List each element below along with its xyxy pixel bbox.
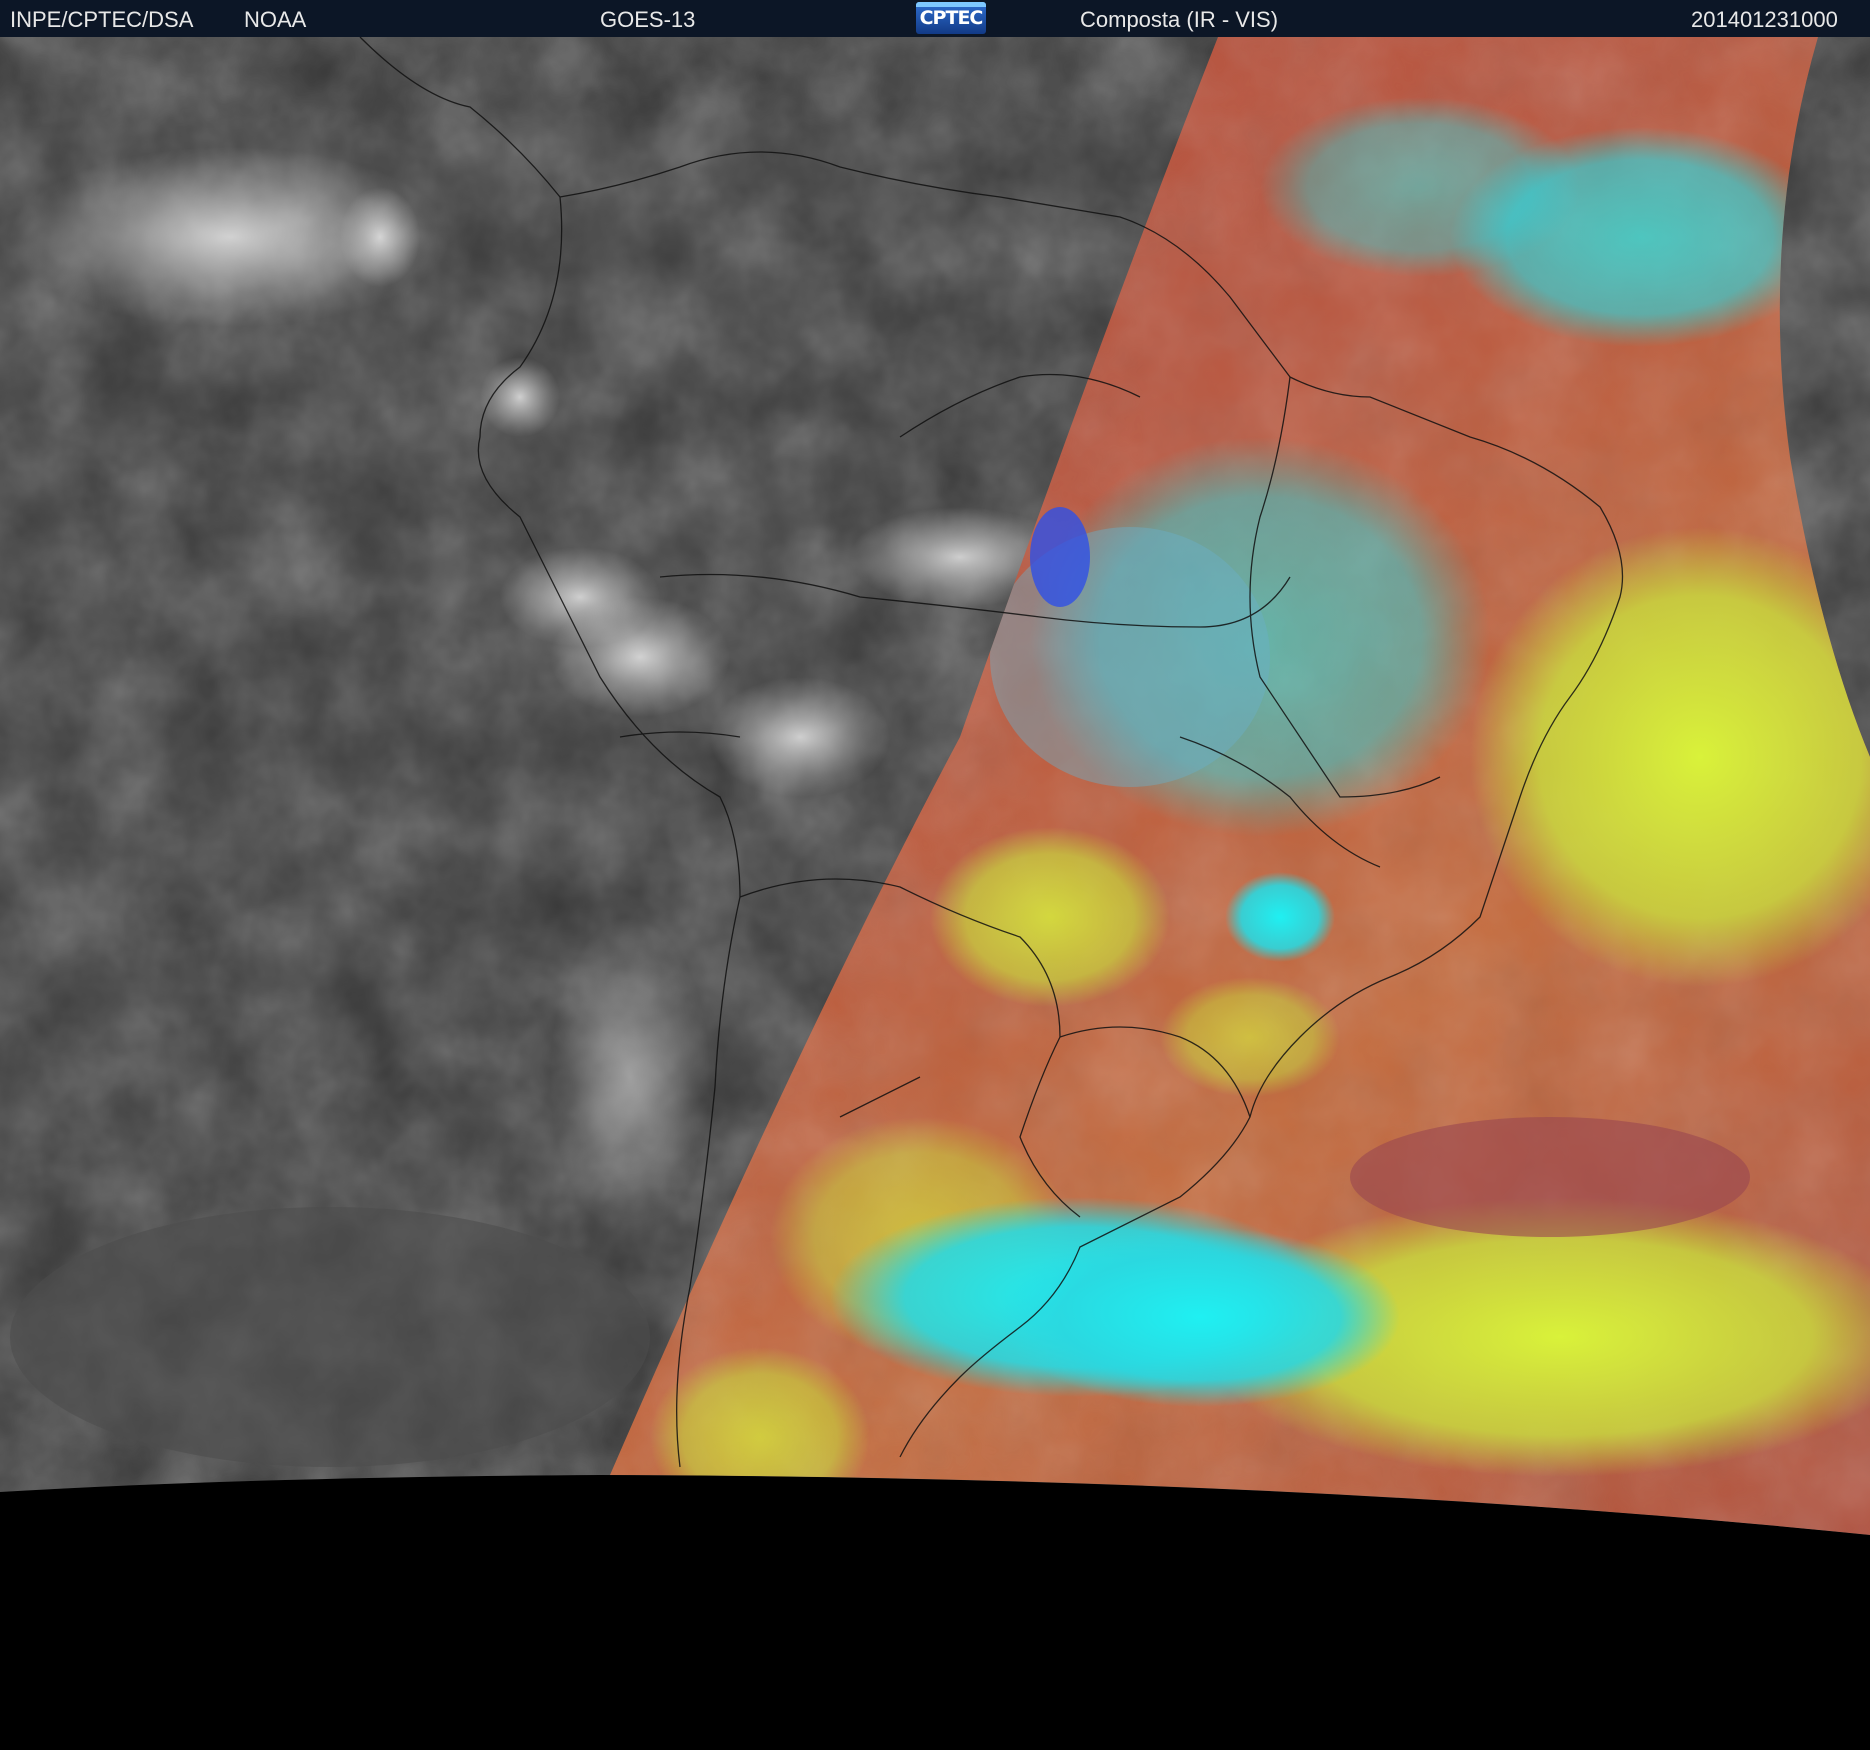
satellite-label: GOES-13 — [600, 7, 696, 32]
header-bar: INPE/CPTEC/DSA NOAA GOES-13 CPTEC Compos… — [0, 0, 1870, 37]
timestamp-label: 201401231000 — [1691, 7, 1838, 32]
satellite-image — [0, 37, 1870, 1750]
source-label: INPE/CPTEC/DSA — [10, 7, 194, 32]
product-label: Composta (IR - VIS) — [1080, 7, 1279, 32]
agency-label: NOAA — [244, 7, 307, 32]
cptec-logo: CPTEC — [916, 2, 986, 34]
